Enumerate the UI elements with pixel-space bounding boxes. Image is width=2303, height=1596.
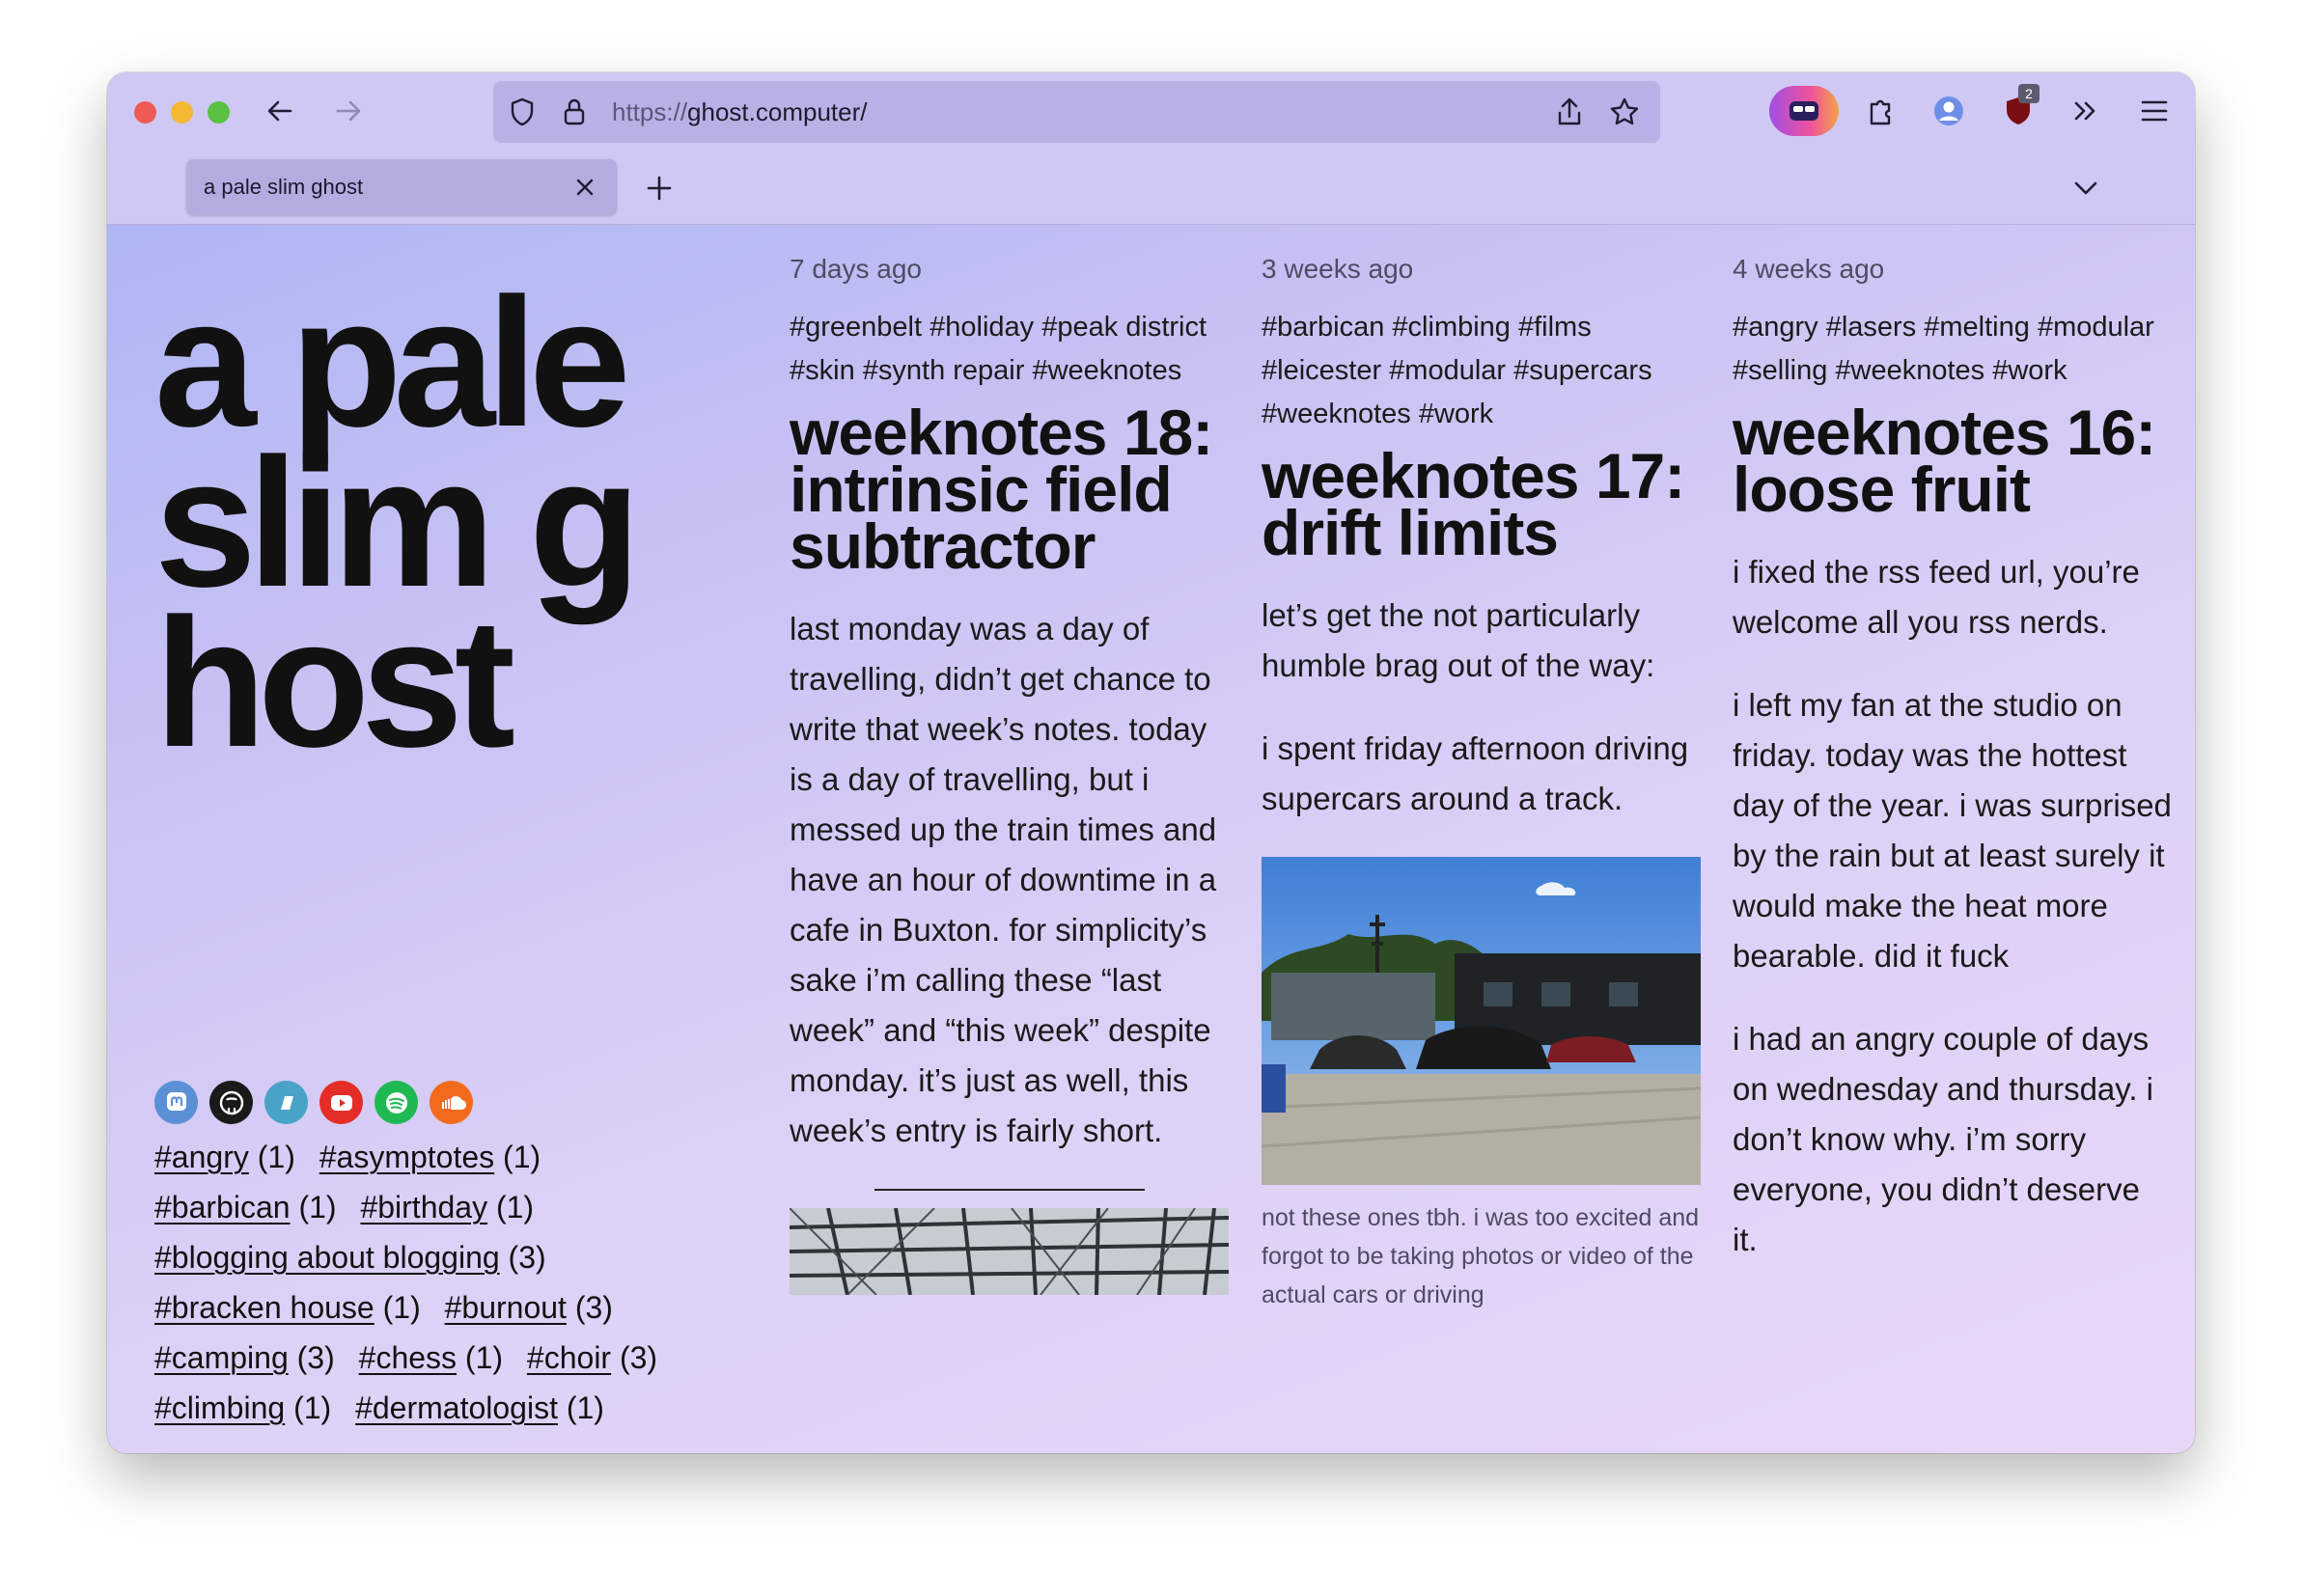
tag-item: #camping (3) [154, 1333, 335, 1383]
tag-item: #angry (1) [154, 1132, 295, 1182]
github-icon[interactable] [209, 1081, 253, 1124]
divider [874, 1189, 1145, 1191]
url-text[interactable]: https://ghost.computer/ [612, 81, 867, 143]
tag-link[interactable]: #climbing [154, 1390, 285, 1425]
arrow-right-icon [336, 100, 361, 122]
hamburger-menu-icon[interactable] [2135, 92, 2174, 130]
tag-count: (1) [382, 1290, 421, 1325]
tag-count: (3) [574, 1290, 613, 1325]
image-caption: not these ones tbh. i was too excited an… [1262, 1204, 1700, 1308]
tag-count: (1) [503, 1140, 541, 1174]
tag-item: #birthday (1) [360, 1182, 534, 1232]
post-body: let’s get the not particularly humble br… [1262, 591, 1701, 824]
tag-count: (1) [495, 1190, 535, 1225]
site-title[interactable]: a pale slim ghost [154, 271, 695, 775]
pixelfed-icon[interactable] [264, 1081, 308, 1124]
url-bar[interactable]: https://ghost.computer/ [493, 81, 1660, 143]
tab-active[interactable]: a pale slim ghost [186, 159, 617, 215]
chevron-double-right-icon[interactable] [2066, 92, 2104, 130]
tab-title: a pale slim ghost [204, 175, 364, 199]
browser-window: https://ghost.computer/ 2 a pale slim gh… [107, 72, 2195, 1453]
post-card: 7 days ago #greenbelt #holiday #peak dis… [790, 254, 1229, 1295]
tag-item: #barbican (1) [154, 1182, 337, 1232]
tag-link[interactable]: #angry [154, 1140, 249, 1174]
url-protocol: https:// [612, 97, 688, 126]
post-tags[interactable]: #barbican #climbing #films #leicester #m… [1262, 306, 1701, 436]
close-tab-icon[interactable] [570, 173, 599, 202]
tag-item: #burnout (3) [445, 1282, 613, 1333]
tag-link[interactable]: #dermatologist [355, 1390, 558, 1425]
post-date[interactable]: 4 weeks ago [1733, 254, 2172, 285]
minimize-window-button[interactable] [171, 101, 193, 124]
back-button[interactable] [261, 92, 299, 130]
post-title[interactable]: weeknotes 18: intrinsic field subtractor [790, 400, 1229, 578]
tag-count: (1) [464, 1340, 504, 1375]
post-paragraph: i spent friday afternoon driving superca… [1262, 730, 1689, 816]
tag-link[interactable]: #blogging about blogging [154, 1240, 500, 1275]
spotify-icon[interactable] [375, 1081, 418, 1124]
account-icon[interactable] [1929, 92, 1968, 130]
tab-list-chevron-down-icon[interactable] [2067, 169, 2105, 207]
post-date[interactable]: 7 days ago [790, 254, 1229, 285]
tag-item: #choir (3) [527, 1333, 657, 1383]
tag-count: (3) [619, 1340, 658, 1375]
tag-item: #asymptotes (1) [319, 1132, 541, 1182]
post-body: i fixed the rss feed url, you’re welcome… [1733, 547, 2172, 1265]
tag-count: (1) [298, 1190, 337, 1225]
youtube-icon[interactable] [319, 1081, 363, 1124]
post-title[interactable]: weeknotes 17: drift limits [1262, 444, 1701, 564]
share-icon[interactable] [1552, 95, 1587, 129]
lock-icon[interactable] [560, 96, 589, 128]
shield-icon[interactable] [506, 96, 539, 128]
tag-item: #climbing (1) [154, 1383, 331, 1433]
post-title[interactable]: weeknotes 16: loose fruit [1733, 400, 2172, 521]
post-tags[interactable]: #greenbelt #holiday #peak district #skin… [790, 306, 1229, 393]
tag-link[interactable]: #bracken house [154, 1290, 375, 1325]
post-date[interactable]: 3 weeks ago [1262, 254, 1701, 285]
tag-item: #bracken house (1) [154, 1282, 421, 1333]
new-tab-plus-icon[interactable] [640, 169, 679, 207]
post-body: last monday was a day of travelling, did… [790, 604, 1229, 1156]
tag-link[interactable]: #burnout [445, 1290, 567, 1325]
page-content: a pale slim ghost #angry (1) #asymptotes… [107, 225, 2195, 1453]
post-card: 3 weeks ago #barbican #climbing #films #… [1262, 254, 1701, 1314]
post-paragraph: last monday was a day of travelling, did… [790, 611, 1217, 1148]
tag-link[interactable]: #camping [154, 1340, 289, 1375]
tag-count: (1) [293, 1390, 332, 1425]
tag-item: #chess (1) [359, 1333, 503, 1383]
extension-disguise-icon[interactable] [1769, 86, 1839, 136]
browser-toolbar: https://ghost.computer/ 2 a pale slim gh… [107, 72, 2195, 225]
zoom-window-button[interactable] [208, 101, 230, 124]
post-paragraph: let’s get the not particularly humble br… [1262, 597, 1655, 683]
bookmark-star-icon[interactable] [1607, 95, 1642, 129]
post-paragraph: i left my fan at the studio on friday. t… [1733, 687, 2172, 974]
tag-item: #dermatologist (1) [355, 1383, 604, 1433]
mastodon-icon[interactable] [154, 1081, 198, 1124]
soundcloud-icon[interactable] [430, 1081, 473, 1124]
post-image[interactable] [1262, 857, 1701, 1185]
tag-link[interactable]: #chess [359, 1340, 457, 1375]
tag-cloud: #angry (1) #asymptotes (1) #barbican (1)… [154, 1132, 695, 1433]
tag-link[interactable]: #asymptotes [319, 1140, 494, 1174]
tag-link[interactable]: #barbican [154, 1190, 291, 1225]
tag-count: (3) [296, 1340, 335, 1375]
post-tags[interactable]: #angry #lasers #melting #modular #sellin… [1733, 306, 2172, 393]
url-host: ghost.computer/ [687, 97, 868, 126]
tag-count: (1) [257, 1140, 295, 1174]
close-window-button[interactable] [134, 101, 156, 124]
post-image[interactable] [790, 1208, 1229, 1295]
post-card: 4 weeks ago #angry #lasers #melting #mod… [1733, 254, 2172, 1298]
forward-button[interactable] [329, 92, 368, 130]
arrow-left-icon [267, 100, 292, 122]
social-links [154, 1081, 473, 1124]
tag-count: (1) [566, 1390, 604, 1425]
tag-link[interactable]: #choir [527, 1340, 611, 1375]
post-paragraph: i had an angry couple of days on wednesd… [1733, 1021, 2154, 1257]
puzzle-extensions-icon[interactable] [1862, 92, 1901, 130]
tag-link[interactable]: #birthday [360, 1190, 487, 1225]
extension-badge: 2 [2018, 84, 2039, 103]
tag-item: #blogging about blogging (3) [154, 1232, 546, 1282]
post-paragraph: i fixed the rss feed url, you’re welcome… [1733, 554, 2140, 640]
tag-count: (3) [508, 1240, 546, 1275]
